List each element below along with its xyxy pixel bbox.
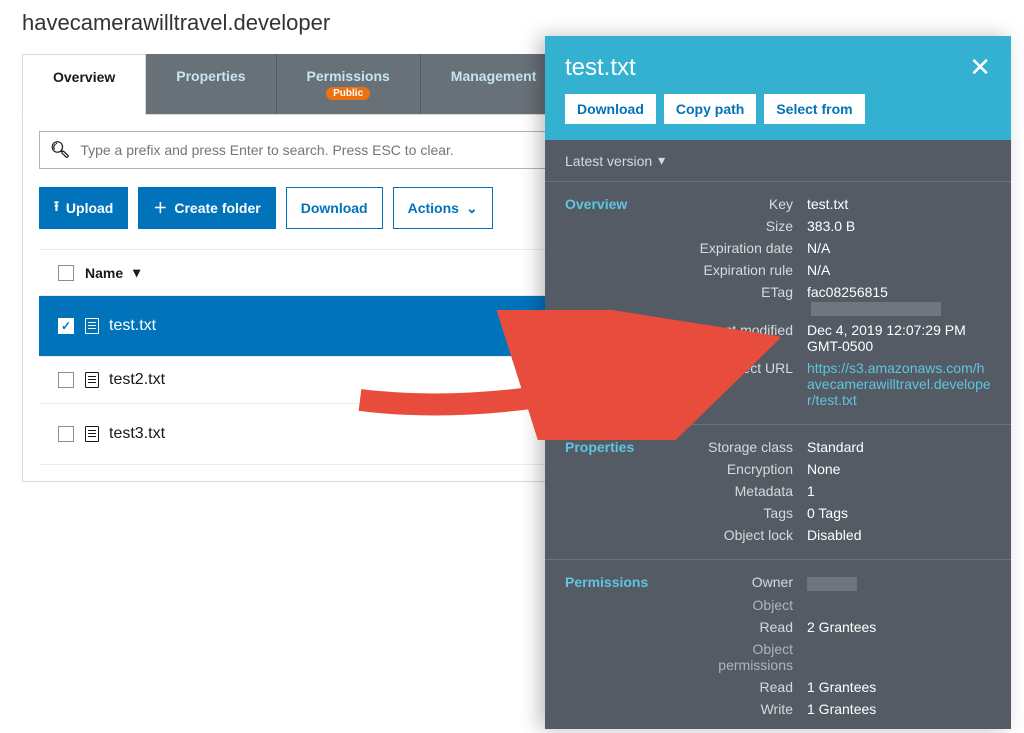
kv-value: 0 Tags (807, 505, 991, 521)
panel-download-button[interactable]: Download (565, 94, 656, 124)
upload-icon: ⭱ (54, 196, 59, 220)
version-selector[interactable]: Latest version ▾ (545, 140, 1011, 182)
kv-value: fac08256815 (807, 284, 991, 316)
search-icon: 🔍︎ (50, 140, 70, 160)
kv-value: N/A (807, 240, 991, 256)
tab-label: Management (451, 68, 537, 84)
panel-title: test.txt (565, 54, 636, 82)
kv-label: Storage class (691, 439, 801, 455)
button-label: Download (301, 200, 368, 216)
properties-section-title: Properties (565, 439, 685, 455)
kv-label: Read (691, 619, 801, 635)
close-icon[interactable]: ✕ (969, 54, 991, 80)
file-name: test2.txt (109, 371, 165, 389)
panel-copy-path-button[interactable]: Copy path (664, 94, 756, 124)
file-name: test.txt (109, 317, 156, 335)
kv-value (807, 574, 991, 590)
kv-label: Tags (691, 505, 801, 521)
sort-icon: ▾ (133, 264, 140, 281)
kv-label: Owner (691, 574, 801, 590)
select-all-checkbox[interactable] (58, 265, 74, 281)
kv-label: Size (691, 218, 801, 234)
bucket-title: havecamerawilltravel.developer (22, 10, 1002, 36)
overview-section-title: Overview (565, 196, 685, 212)
file-name: test3.txt (109, 425, 165, 443)
tab-properties[interactable]: Properties (146, 54, 276, 114)
object-url-link[interactable]: https://s3.amazonaws.com/havecamerawillt… (807, 360, 991, 408)
kv-value: Standard (807, 439, 991, 455)
tab-label: Permissions (307, 68, 390, 84)
plus-icon: ＋ (153, 198, 167, 218)
kv-label: Expiration date (691, 240, 801, 256)
button-label: Actions (408, 200, 459, 216)
tab-permissions[interactable]: Permissions Public (277, 54, 421, 114)
kv-label: Expiration rule (691, 262, 801, 278)
kv-value: test.txt (807, 196, 991, 212)
download-button[interactable]: Download (286, 187, 383, 229)
object-detail-panel: test.txt ✕ Download Copy path Select fro… (545, 36, 1011, 729)
panel-select-from-button[interactable]: Select from (764, 94, 864, 124)
kv-label: Write (691, 701, 801, 717)
redacted-mask (811, 302, 941, 316)
kv-value: 1 Grantees (807, 679, 991, 695)
chevron-down-icon: ⌄ (466, 200, 478, 217)
tab-label: Overview (53, 69, 115, 85)
upload-button[interactable]: ⭱ Upload (39, 187, 128, 229)
kv-value: N/A (807, 262, 991, 278)
button-label: Create folder (174, 200, 260, 216)
redacted-mask (807, 577, 857, 591)
kv-value: Dec 4, 2019 12:07:29 PM GMT-0500 (807, 322, 991, 354)
file-icon (85, 318, 99, 334)
caret-down-icon: ▾ (658, 152, 665, 169)
row-checkbox[interactable] (58, 318, 74, 334)
object-permissions-subhead: Object permissions (691, 641, 801, 673)
kv-label: Encryption (691, 461, 801, 477)
tab-label: Properties (176, 68, 245, 84)
kv-value: None (807, 461, 991, 477)
kv-label: Key (691, 196, 801, 212)
row-checkbox[interactable] (58, 372, 74, 388)
version-label: Latest version (565, 153, 652, 169)
file-icon (85, 372, 99, 388)
file-icon (85, 426, 99, 442)
row-checkbox[interactable] (58, 426, 74, 442)
kv-value: 383.0 B (807, 218, 991, 234)
create-folder-button[interactable]: ＋ Create folder (138, 187, 275, 229)
actions-button[interactable]: Actions ⌄ (393, 187, 493, 229)
object-subhead: Object (691, 597, 801, 613)
kv-label: ETag (691, 284, 801, 300)
permissions-section-title: Permissions (565, 574, 685, 590)
public-badge: Public (326, 87, 370, 100)
kv-label: Last modified (691, 322, 801, 338)
button-label: Upload (66, 200, 113, 216)
kv-label: Read (691, 679, 801, 695)
kv-value: 1 Grantees (807, 701, 991, 717)
kv-value: 2 Grantees (807, 619, 991, 635)
kv-value: 1 (807, 483, 991, 499)
kv-label: Metadata (691, 483, 801, 499)
kv-label: Object lock (691, 527, 801, 543)
column-name[interactable]: Name (85, 265, 123, 281)
tab-overview[interactable]: Overview (22, 54, 146, 115)
kv-label: Object URL (691, 360, 801, 376)
kv-value: Disabled (807, 527, 991, 543)
